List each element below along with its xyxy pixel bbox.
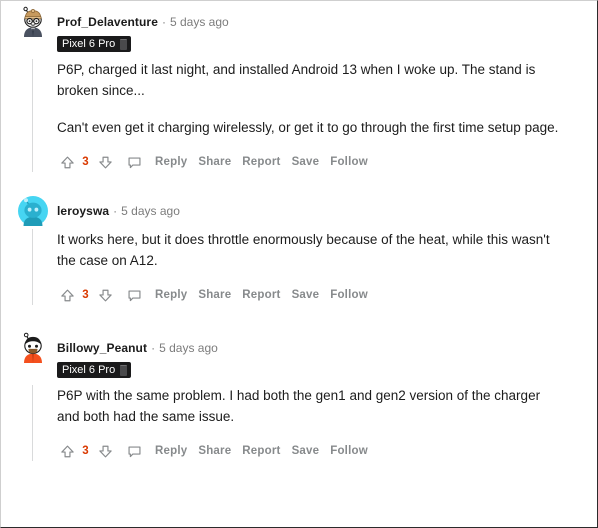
comment-item: Prof_Delaventure · 5 days ago Pixel 6 Pr… xyxy=(1,6,597,172)
flair-row: Pixel 6 Pro xyxy=(57,36,597,52)
comment-bubble-icon xyxy=(127,157,141,168)
avatar[interactable] xyxy=(17,6,49,38)
comment-body: It works here, but it does throttle enor… xyxy=(32,229,597,305)
comment-paragraph: It works here, but it does throttle enor… xyxy=(57,232,550,268)
arrow-up-icon xyxy=(60,445,74,457)
comment-paragraph: P6P with the same problem. I had both th… xyxy=(57,388,541,424)
flair-label: Pixel 6 Pro xyxy=(62,363,116,376)
comment-header: Prof_Delaventure · 5 days ago xyxy=(17,6,597,37)
comment-item: leroyswa · 5 days ago It works here, but… xyxy=(1,196,597,305)
upvote-button[interactable] xyxy=(57,285,77,305)
snoo-cyan-avatar-icon xyxy=(18,196,48,226)
comment-bubble-icon xyxy=(127,446,141,457)
byline-separator: · xyxy=(161,15,166,29)
comment-body: P6P, charged it last night, and installe… xyxy=(32,59,597,172)
arrow-up-icon xyxy=(60,289,74,301)
thread-line xyxy=(32,385,33,461)
comment-byline: Prof_Delaventure · 5 days ago xyxy=(57,15,229,29)
save-button[interactable]: Save xyxy=(292,289,320,301)
report-button[interactable]: Report xyxy=(242,445,280,457)
follow-button[interactable]: Follow xyxy=(330,445,368,457)
save-button[interactable]: Save xyxy=(292,156,320,168)
arrow-down-icon xyxy=(98,156,112,168)
upvote-button[interactable] xyxy=(57,441,77,461)
downvote-button[interactable] xyxy=(95,285,115,305)
thread-line xyxy=(32,229,33,305)
byline-separator: · xyxy=(151,341,156,355)
comment-button[interactable] xyxy=(124,285,144,305)
vote-score: 3 xyxy=(82,445,89,457)
share-button[interactable]: Share xyxy=(198,289,231,301)
vote-score: 3 xyxy=(82,289,89,301)
comment-action-bar: 3 Reply Share Report Save Follow xyxy=(57,441,597,461)
follow-button[interactable]: Follow xyxy=(330,156,368,168)
user-flair-badge[interactable]: Pixel 6 Pro xyxy=(57,36,132,52)
user-flair-badge[interactable]: Pixel 6 Pro xyxy=(57,362,132,378)
downvote-button[interactable] xyxy=(95,441,115,461)
byline-separator: · xyxy=(113,204,118,218)
comment-bubble-icon xyxy=(127,290,141,301)
report-button[interactable]: Report xyxy=(242,289,280,301)
comment-timestamp: 5 days ago xyxy=(169,15,229,29)
comment-list: Prof_Delaventure · 5 days ago Pixel 6 Pr… xyxy=(1,1,597,461)
share-button[interactable]: Share xyxy=(198,156,231,168)
avatar[interactable] xyxy=(17,332,49,364)
comment-author[interactable]: Billowy_Peanut xyxy=(57,341,147,355)
phone-icon xyxy=(120,364,128,376)
avatar[interactable] xyxy=(17,195,49,227)
comment-item: Billowy_Peanut · 5 days ago Pixel 6 Pro … xyxy=(1,332,597,461)
comment-byline: leroyswa · 5 days ago xyxy=(57,204,180,218)
arrow-up-icon xyxy=(60,156,74,168)
comments-page: Prof_Delaventure · 5 days ago Pixel 6 Pr… xyxy=(0,0,598,528)
comment-body: P6P with the same problem. I had both th… xyxy=(32,385,597,461)
flair-row: Pixel 6 Pro xyxy=(57,362,597,378)
flair-label: Pixel 6 Pro xyxy=(62,37,116,50)
save-button[interactable]: Save xyxy=(292,445,320,457)
follow-button[interactable]: Follow xyxy=(330,289,368,301)
comment-byline: Billowy_Peanut · 5 days ago xyxy=(57,341,218,355)
share-button[interactable]: Share xyxy=(198,445,231,457)
comment-header: Billowy_Peanut · 5 days ago xyxy=(17,332,597,363)
comment-timestamp: 5 days ago xyxy=(159,341,218,355)
arrow-down-icon xyxy=(98,289,112,301)
snoo-beard-orange-avatar-icon xyxy=(19,332,47,363)
comment-author[interactable]: Prof_Delaventure xyxy=(57,15,158,29)
reply-button[interactable]: Reply xyxy=(155,156,187,168)
comment-action-bar: 3 Reply Share Report Save Follow xyxy=(57,152,597,172)
upvote-button[interactable] xyxy=(57,152,77,172)
comment-button[interactable] xyxy=(124,441,144,461)
downvote-button[interactable] xyxy=(95,152,115,172)
comment-action-bar: 3 Reply Share Report Save Follow xyxy=(57,285,597,305)
report-button[interactable]: Report xyxy=(242,156,280,168)
comment-paragraph: P6P, charged it last night, and installe… xyxy=(57,62,536,98)
reply-button[interactable]: Reply xyxy=(155,445,187,457)
comment-paragraph: Can't even get it charging wirelessly, o… xyxy=(57,120,559,135)
vote-score: 3 xyxy=(82,156,89,168)
thread-line xyxy=(32,59,33,172)
comment-timestamp: 5 days ago xyxy=(121,204,180,218)
arrow-down-icon xyxy=(98,445,112,457)
phone-icon xyxy=(120,38,128,50)
comment-author[interactable]: leroyswa xyxy=(57,204,109,218)
snoo-beanie-glasses-avatar-icon xyxy=(19,6,47,37)
reply-button[interactable]: Reply xyxy=(155,289,187,301)
comment-header: leroyswa · 5 days ago xyxy=(17,196,597,226)
comment-button[interactable] xyxy=(124,152,144,172)
